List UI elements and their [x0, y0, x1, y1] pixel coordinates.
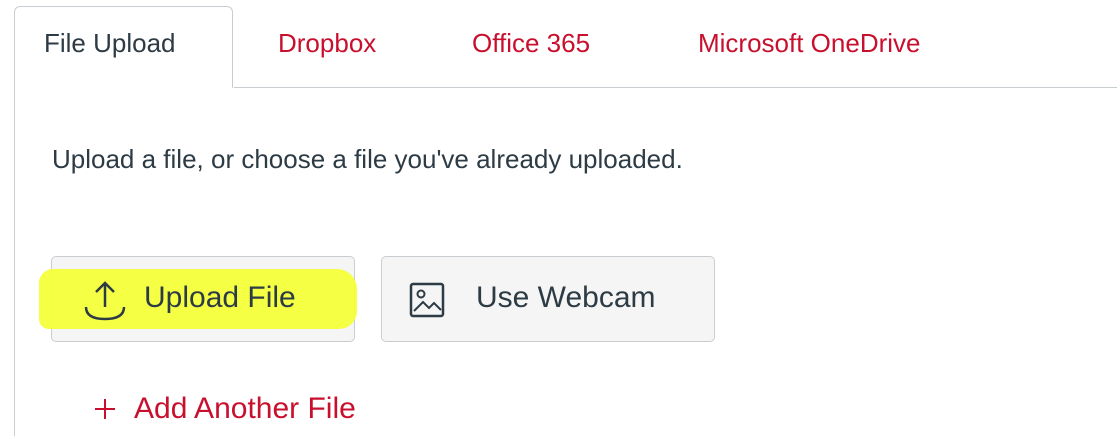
upload-file-label: Upload File: [144, 281, 296, 314]
plus-icon: [95, 399, 115, 419]
file-upload-dialog: File Upload Dropbox Office 365 Microsoft…: [0, 0, 1117, 436]
upload-file-button[interactable]: Upload File: [39, 256, 357, 342]
upload-instructions: Upload a file, or choose a file you've a…: [52, 144, 683, 174]
image-icon: [409, 282, 445, 318]
tab-label: File Upload: [44, 28, 176, 58]
upload-icon: [84, 281, 126, 321]
tab-file-upload[interactable]: File Upload: [14, 6, 233, 88]
add-another-file-label: Add Another File: [134, 392, 356, 425]
use-webcam-button[interactable]: Use Webcam: [381, 256, 715, 342]
tab-list: File Upload Dropbox Office 365 Microsoft…: [0, 0, 1117, 88]
add-another-file-link[interactable]: Add Another File: [94, 392, 356, 426]
tab-divider: [234, 87, 1117, 88]
tab-microsoft-onedrive[interactable]: Microsoft OneDrive: [698, 28, 921, 59]
tab-dropbox[interactable]: Dropbox: [278, 28, 376, 59]
use-webcam-label: Use Webcam: [476, 281, 656, 314]
panel-border: [14, 88, 15, 436]
tab-office-365[interactable]: Office 365: [472, 28, 590, 59]
